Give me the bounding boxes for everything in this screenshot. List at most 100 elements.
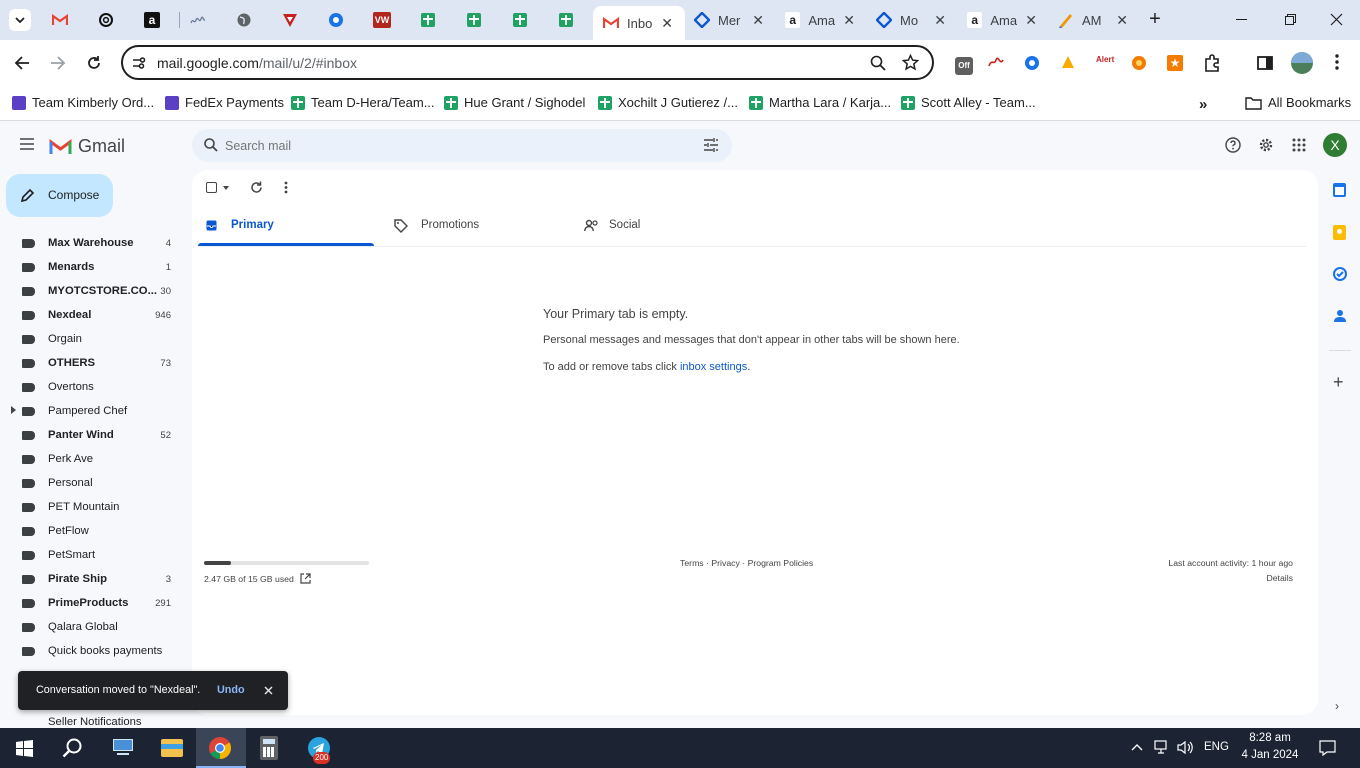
label-item[interactable]: Orgain: [0, 327, 186, 351]
close-icon[interactable]: ✕: [843, 12, 855, 29]
label-item[interactable]: PET Mountain: [0, 495, 186, 519]
apps-grid-icon[interactable]: [1292, 138, 1306, 152]
account-avatar[interactable]: X: [1323, 133, 1347, 157]
tasks-icon[interactable]: [1333, 267, 1347, 281]
label-item[interactable]: Pirate Ship 3: [0, 567, 186, 591]
main-menu-icon[interactable]: [19, 137, 35, 151]
get-addons-plus-icon[interactable]: +: [1333, 373, 1344, 391]
bookmark-item[interactable]: Team D-Hera/Team...: [291, 95, 435, 110]
search-icon[interactable]: [204, 138, 218, 152]
extension-red-icon[interactable]: [988, 56, 1004, 70]
file-explorer-icon[interactable]: [161, 739, 183, 757]
label-item[interactable]: PetFlow: [0, 519, 186, 543]
omnibox[interactable]: mail.google.com/mail/u/2/#inbox: [121, 45, 934, 80]
search-bar[interactable]: [192, 129, 732, 162]
tab-social[interactable]: Social: [576, 206, 752, 246]
label-item[interactable]: Overtons: [0, 375, 186, 399]
expand-arrow-icon[interactable]: [11, 406, 16, 414]
zoom-search-icon[interactable]: [870, 55, 886, 71]
tab-sheet-2[interactable]: [454, 7, 494, 33]
gmail-logo[interactable]: Gmail: [49, 136, 125, 157]
bookmark-item[interactable]: Scott Alley - Team...: [901, 95, 1036, 110]
tab-vw[interactable]: VW: [362, 7, 402, 33]
label-item[interactable]: Personal: [0, 471, 186, 495]
tab-sheet-4[interactable]: [546, 7, 586, 33]
network-icon[interactable]: [1154, 740, 1170, 755]
refresh-icon[interactable]: [250, 181, 263, 194]
forward-button[interactable]: [50, 55, 66, 71]
side-panel-icon[interactable]: [1257, 55, 1273, 71]
bookmark-item[interactable]: Hue Grant / Sighodel: [444, 95, 585, 110]
close-icon[interactable]: ✕: [934, 12, 946, 29]
label-item[interactable]: Max Warehouse 4: [0, 231, 186, 255]
bookmark-item[interactable]: Team Kimberly Ord...: [12, 95, 154, 110]
extension-alert-icon[interactable]: Alert: [1096, 55, 1114, 64]
inbox-settings-link[interactable]: inbox settings: [680, 361, 747, 373]
select-all-checkbox[interactable]: [206, 182, 217, 193]
tab-sheet-3[interactable]: [500, 7, 540, 33]
reload-button[interactable]: [86, 55, 102, 71]
minimize-button[interactable]: [1236, 19, 1247, 20]
site-info-icon[interactable]: [132, 56, 146, 70]
profile-avatar[interactable]: [1291, 52, 1313, 74]
tab-sheet-1[interactable]: [408, 7, 448, 33]
label-item[interactable]: PrimeProducts 291: [0, 591, 186, 615]
tab-primary[interactable]: Primary: [198, 206, 374, 246]
label-item[interactable]: Nexdeal 946: [0, 303, 186, 327]
extension-blue-icon[interactable]: [1024, 55, 1040, 71]
extension-scout-icon[interactable]: [1060, 54, 1076, 72]
chevron-up-icon[interactable]: [1131, 743, 1143, 751]
clock-time[interactable]: 8:28 am: [1240, 732, 1300, 744]
label-item[interactable]: OTHERS 73: [0, 351, 186, 375]
extension-orange-circle-icon[interactable]: [1131, 55, 1147, 71]
keep-icon[interactable]: [1333, 225, 1346, 240]
close-icon[interactable]: ✕: [661, 15, 673, 32]
open-in-new-icon[interactable]: [300, 573, 311, 584]
close-icon[interactable]: ✕: [1025, 12, 1037, 29]
chrome-menu-icon[interactable]: [1335, 54, 1339, 70]
label-item[interactable]: PetSmart: [0, 543, 186, 567]
label-item[interactable]: MYOTCSTORE.CO... 30: [0, 279, 186, 303]
tab-blue-logo[interactable]: [316, 7, 356, 33]
settings-gear-icon[interactable]: [1258, 137, 1274, 153]
tab-mo[interactable]: Mo ✕: [866, 7, 958, 33]
extension-star-icon[interactable]: ★: [1167, 55, 1183, 71]
new-tab-button[interactable]: +: [1144, 9, 1166, 31]
bookmark-item[interactable]: Martha Lara / Karja...: [749, 95, 891, 110]
label-item[interactable]: Panter Wind 52: [0, 423, 186, 447]
label-name[interactable]: Seller Notifications: [48, 716, 142, 728]
back-button[interactable]: [14, 55, 30, 71]
undo-button[interactable]: Undo: [217, 684, 245, 696]
search-options-icon[interactable]: [703, 138, 719, 152]
tab-red-triangle[interactable]: [270, 7, 310, 33]
close-icon[interactable]: ✕: [752, 12, 764, 29]
label-item[interactable]: Perk Ave: [0, 447, 186, 471]
label-item[interactable]: Qalara Global: [0, 615, 186, 639]
tab-menards[interactable]: Mer ✕: [684, 7, 776, 33]
calculator-icon[interactable]: [260, 736, 278, 760]
bookmark-item[interactable]: Xochilt J Gutierez /...: [598, 95, 738, 110]
tab-gmail[interactable]: [40, 7, 80, 33]
close-icon[interactable]: ✕: [1116, 12, 1128, 29]
tab-am[interactable]: AM ✕: [1048, 7, 1140, 33]
search-input[interactable]: [225, 136, 685, 156]
activity-details-link[interactable]: Details: [1266, 573, 1293, 583]
label-item[interactable]: Quick books payments: [0, 639, 186, 663]
more-bookmarks-chevron-icon[interactable]: »: [1199, 96, 1207, 113]
tab-search-button[interactable]: [9, 9, 31, 31]
contacts-icon[interactable]: [1334, 309, 1346, 323]
chrome-taskbar-button[interactable]: [196, 728, 246, 768]
tab-amazon-1[interactable]: a Ama ✕: [775, 7, 867, 33]
notifications-icon[interactable]: [1319, 740, 1336, 756]
windows-start-icon[interactable]: [16, 740, 33, 757]
window-close-button[interactable]: [1330, 13, 1343, 26]
tab-amazon-pinned[interactable]: a: [132, 7, 172, 33]
tab-globe[interactable]: [224, 7, 264, 33]
calendar-icon[interactable]: [1333, 183, 1346, 197]
more-options-icon[interactable]: [284, 181, 288, 194]
label-item[interactable]: Menards 1: [0, 255, 186, 279]
select-dropdown-icon[interactable]: [223, 186, 229, 190]
tab-amazon-2[interactable]: a Ama ✕: [957, 7, 1049, 33]
tab-inbox-active[interactable]: Inbo ✕: [593, 6, 685, 40]
compose-button[interactable]: Compose: [6, 174, 113, 217]
